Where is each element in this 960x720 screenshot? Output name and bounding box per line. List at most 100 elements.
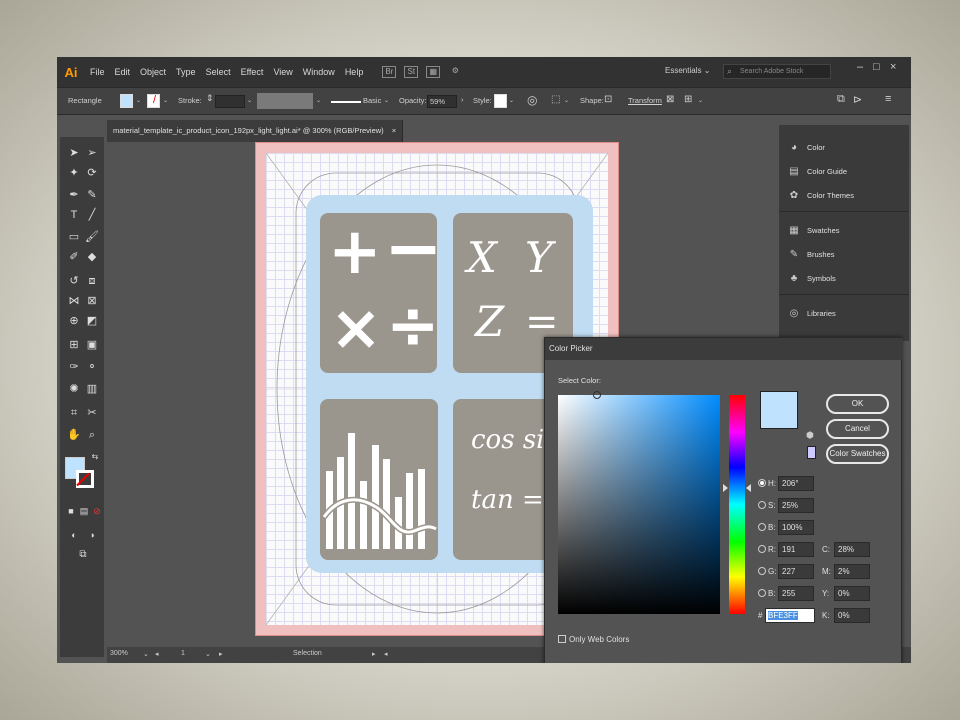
graph-card[interactable] [320, 399, 438, 560]
minimize-button[interactable]: – [857, 61, 863, 73]
menu-file[interactable]: File [85, 67, 110, 77]
chevron-down-icon[interactable]: ⌄ [509, 97, 514, 104]
paintbrush-tool-icon[interactable]: 🖌 [84, 229, 100, 245]
opacity-label[interactable]: Opacity: [399, 96, 427, 105]
panel-brushes[interactable]: ✎ Brushes [787, 244, 835, 264]
chevron-down-icon[interactable]: ⌄ [247, 97, 252, 104]
color-swatches-button[interactable]: Color Swatches [826, 444, 889, 464]
eraser-tool-icon[interactable]: ◆ [84, 249, 100, 265]
chevron-down-icon[interactable]: ⌄ [136, 97, 141, 104]
only-web-colors-checkbox[interactable]: Only Web Colors [558, 635, 629, 644]
hex-field[interactable]: BFE3FF [765, 608, 815, 623]
pen-tool-icon[interactable]: ✒ [66, 187, 82, 203]
stroke-swatch[interactable] [76, 470, 94, 488]
variable-width-profile[interactable] [257, 93, 313, 109]
brush-definition-label[interactable]: Basic [363, 96, 381, 105]
chevron-right-icon[interactable]: › [461, 95, 464, 104]
stock-search-input[interactable]: ⌕ Search Adobe Stock [723, 64, 831, 79]
chevron-down-icon[interactable]: ⌄ [205, 650, 211, 658]
gradient-tool-icon[interactable]: ▣ [84, 337, 100, 353]
saturation-radio[interactable] [758, 501, 766, 509]
hue-field[interactable]: 206° [778, 476, 814, 491]
panel-color-guide[interactable]: ▤ Color Guide [787, 161, 847, 181]
blue-field[interactable]: 255 [778, 586, 814, 601]
menu-type[interactable]: Type [171, 67, 201, 77]
cyan-field[interactable]: 28% [834, 542, 870, 557]
graphic-style-swatch[interactable] [494, 94, 507, 108]
arithmetic-card[interactable]: + − × ÷ [320, 207, 443, 373]
draw-mode-icon[interactable]: ◐ [66, 527, 82, 543]
direct-selection-tool-icon[interactable]: ➢ [84, 145, 100, 161]
chevron-down-icon[interactable]: ⌄ [384, 97, 389, 104]
cancel-button[interactable]: Cancel [826, 419, 889, 439]
width-tool-icon[interactable]: ⋈ [66, 293, 82, 309]
stock-icon[interactable]: St [404, 66, 419, 78]
arrange-documents-icon[interactable]: ▦ [426, 66, 441, 78]
shape-properties-icon[interactable]: ⊡ [604, 94, 612, 105]
ok-button[interactable]: OK [826, 394, 889, 414]
eyedropper-tool-icon[interactable]: ✑ [66, 359, 82, 375]
selection-tool-icon[interactable]: ➤ [66, 145, 82, 161]
web-safe-warning-icon[interactable]: ⬢ [806, 430, 814, 441]
menu-view[interactable]: View [268, 67, 297, 77]
stroke-color-swatch[interactable]: / [147, 94, 160, 108]
transform-link[interactable]: Transform [628, 96, 662, 105]
draw-behind-icon[interactable]: ◑ [84, 527, 100, 543]
free-transform-icon[interactable]: ⊠ [84, 293, 100, 309]
hue-slider-left-arrow[interactable] [723, 484, 728, 492]
menu-edit[interactable]: Edit [110, 67, 136, 77]
yellow-field[interactable]: 0% [834, 586, 870, 601]
panel-color[interactable]: ◕ Color [787, 137, 825, 157]
panel-swatches[interactable]: ▦ Swatches [787, 220, 839, 240]
slice-tool-icon[interactable]: ✂ [84, 405, 100, 421]
symbol-sprayer-icon[interactable]: ✺ [66, 381, 82, 397]
line-tool-icon[interactable]: ╱ [84, 207, 100, 223]
scale-tool-icon[interactable]: ⧈ [84, 273, 100, 289]
transform-icon[interactable]: ⊠ [666, 94, 674, 105]
blue-radio[interactable] [758, 589, 766, 597]
chevron-down-icon[interactable]: ⌄ [143, 650, 149, 658]
hand-tool-icon[interactable]: ✋ [66, 427, 82, 443]
red-radio[interactable] [758, 545, 766, 553]
lasso-tool-icon[interactable]: ⟳ [84, 165, 100, 181]
stroke-label[interactable]: Stroke: [178, 96, 202, 105]
artboard-number[interactable]: 1 [181, 650, 185, 657]
shape-builder-icon[interactable]: ⊕ [66, 313, 82, 329]
shaper-tool-icon[interactable]: ✐ [66, 249, 82, 265]
close-window-button[interactable]: × [890, 61, 896, 73]
rectangle-tool-icon[interactable]: ▭ [66, 229, 82, 245]
menu-effect[interactable]: Effect [236, 67, 269, 77]
panel-libraries[interactable]: ◎ Libraries [787, 303, 836, 323]
panel-menu-icon[interactable]: ≡ [885, 93, 891, 105]
isolate-object-icon[interactable]: ⊞ [684, 94, 692, 105]
saturation-field[interactable]: 25% [778, 498, 814, 513]
align-icon[interactable]: ⧉ [837, 93, 845, 106]
type-tool-icon[interactable]: T [66, 207, 82, 223]
chevron-down-icon[interactable]: ⌄ [698, 97, 703, 104]
panel-symbols[interactable]: ♣ Symbols [787, 268, 836, 288]
menu-window[interactable]: Window [298, 67, 340, 77]
opacity-field[interactable]: 59% [427, 95, 457, 108]
red-field[interactable]: 191 [778, 542, 814, 557]
flip-icon[interactable]: ⊳ [853, 93, 862, 106]
brightness-radio[interactable] [758, 523, 766, 531]
maximize-button[interactable]: □ [873, 61, 880, 73]
stroke-weight-field[interactable] [215, 95, 245, 108]
web-safe-color-chip[interactable] [807, 446, 816, 459]
document-tab[interactable]: material_template_ic_product_icon_192px_… [107, 120, 404, 142]
panel-color-themes[interactable]: ✿ Color Themes [787, 185, 854, 205]
stroke-stepper[interactable]: ⇕ [206, 93, 214, 104]
green-field[interactable]: 227 [778, 564, 814, 579]
zoom-tool-icon[interactable]: ⌕ [84, 427, 100, 443]
shape-label[interactable]: Shape: [580, 96, 604, 105]
magenta-field[interactable]: 2% [834, 564, 870, 579]
blend-tool-icon[interactable]: ⚬ [84, 359, 100, 375]
hue-slider-right-arrow[interactable] [746, 484, 751, 492]
fill-color-swatch[interactable] [120, 94, 133, 108]
chevron-down-icon[interactable]: ⌄ [163, 97, 168, 104]
menu-select[interactable]: Select [201, 67, 236, 77]
rotate-tool-icon[interactable]: ↺ [66, 273, 82, 289]
brightness-field[interactable]: 100% [778, 520, 814, 535]
mesh-tool-icon[interactable]: ⊞ [66, 337, 82, 353]
curvature-tool-icon[interactable]: ✎ [84, 187, 100, 203]
